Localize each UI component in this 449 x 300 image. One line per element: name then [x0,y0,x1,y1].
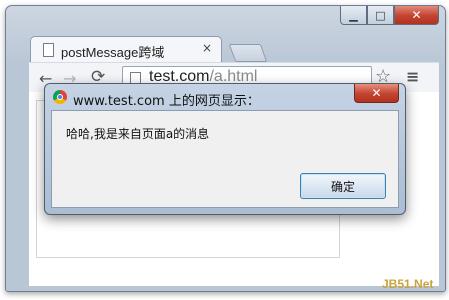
tab-close-icon[interactable]: × [202,41,212,55]
ok-button[interactable]: 确定 [300,173,386,199]
window-controls: ▁ □ ✕ [340,6,439,25]
screenshot-canvas: ▁ □ ✕ postMessage跨域 × ← → ⟳ test.com/a.h… [0,0,449,300]
new-tab-button[interactable] [228,44,268,62]
dialog-body: 哈哈,我是来自页面a的消息 确定 [51,110,399,208]
browser-tab[interactable]: postMessage跨域 × [30,36,222,63]
site-watermark: JB51.Net [382,277,434,291]
chrome-logo-icon [53,90,67,104]
page-icon [43,43,54,57]
maximize-button[interactable]: □ [367,6,394,25]
dialog-message: 哈哈,我是来自页面a的消息 [66,127,210,141]
dialog-title: www.test.com 上的网页显示： [73,94,260,109]
tab-title: postMessage跨域 [61,45,165,60]
alert-dialog: www.test.com 上的网页显示： ✕ 哈哈,我是来自页面a的消息 确定 [44,83,406,215]
menu-icon[interactable]: ≡ [406,67,419,86]
window-close-button[interactable]: ✕ [394,6,439,25]
minimize-button[interactable]: ▁ [340,6,367,25]
dialog-close-button[interactable]: ✕ [354,84,399,103]
